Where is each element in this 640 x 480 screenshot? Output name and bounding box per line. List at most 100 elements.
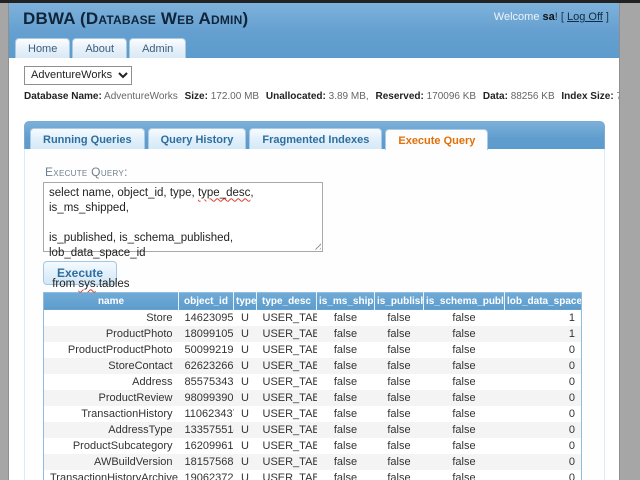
cell-type: U bbox=[241, 327, 249, 340]
sql-text-misspelled: sys bbox=[78, 277, 96, 290]
login-status: Welcome sa! [ Log Off ] bbox=[494, 11, 609, 23]
nav-item-admin[interactable]: Admin bbox=[129, 38, 187, 58]
stat-label: Unallocated: bbox=[265, 90, 326, 102]
cell-lob-data-space-id: 0 bbox=[568, 471, 575, 480]
cell-is-published: false bbox=[387, 327, 411, 340]
cell-is-schema-published: false bbox=[452, 471, 476, 480]
welcome-separator: ! [ bbox=[554, 11, 567, 23]
cell-type-desc: USER_TABLE bbox=[262, 343, 317, 356]
cell-is-ms-shipped: false bbox=[333, 375, 358, 388]
cell-name: AWBuildVersion bbox=[94, 455, 173, 468]
cell-object-id: 62623266 bbox=[184, 359, 234, 372]
table-row: StoreContact 62623266 U USER_TABLE false… bbox=[43, 357, 582, 374]
sql-query-input[interactable]: select name, object_id, type, type_desc,… bbox=[43, 181, 323, 290]
cell-object-id: 162099618 bbox=[184, 439, 234, 452]
execute-query-label: Execute Query: bbox=[45, 164, 128, 179]
cell-is-schema-published: false bbox=[452, 455, 476, 468]
cell-is-published: false bbox=[387, 391, 411, 404]
column-header-lob-data-space-id: lob_data_space_id bbox=[504, 292, 582, 310]
stat-value: 77168 KB bbox=[616, 91, 619, 102]
cell-type: U bbox=[241, 359, 249, 372]
username: sa bbox=[542, 11, 555, 23]
cell-object-id: 110623437 bbox=[184, 407, 234, 420]
cell-is-schema-published: false bbox=[452, 327, 476, 340]
resize-grip-icon[interactable] bbox=[312, 240, 321, 250]
cell-object-id: 181575685 bbox=[184, 455, 234, 468]
cell-name: AddressType bbox=[108, 423, 173, 436]
sql-text: .tables bbox=[95, 277, 130, 290]
cell-is-ms-shipped: false bbox=[333, 327, 358, 340]
stat-value: 170096 KB bbox=[426, 90, 477, 102]
cell-name: ProductProductPhoto bbox=[67, 343, 173, 356]
table-row: TransactionHistoryArchive 190623722 U US… bbox=[43, 469, 582, 480]
column-header-is-ms-shipped: is_ms_shipped bbox=[316, 292, 375, 310]
sql-text: select name, object_id, type, bbox=[49, 186, 198, 199]
cell-is-ms-shipped: false bbox=[333, 471, 358, 480]
query-tab-bar: Running Queries Query History Fragmented… bbox=[24, 120, 605, 150]
logoff-link[interactable]: Log Off bbox=[567, 11, 603, 23]
query-tabs-widget: Running Queries Query History Fragmented… bbox=[24, 120, 605, 480]
cell-is-published: false bbox=[387, 407, 411, 420]
cell-lob-data-space-id: 1 bbox=[568, 327, 575, 340]
cell-is-published: false bbox=[387, 455, 411, 468]
stat-value: AdventureWorks bbox=[104, 90, 178, 102]
cell-lob-data-space-id: 0 bbox=[568, 359, 575, 372]
cell-name: ProductReview bbox=[98, 391, 173, 404]
database-select[interactable]: AdventureWorks bbox=[24, 65, 132, 85]
cell-lob-data-space-id: 0 bbox=[568, 423, 575, 436]
cell-name: TransactionHistoryArchive bbox=[50, 471, 178, 480]
cell-is-schema-published: false bbox=[452, 311, 476, 324]
cell-object-id: 14623095 bbox=[184, 311, 234, 324]
cell-type: U bbox=[241, 391, 249, 404]
table-row: TransactionHistory 110623437 U USER_TABL… bbox=[43, 405, 582, 422]
table-row: AddressType 133575514 U USER_TABLE false… bbox=[43, 421, 582, 438]
stat-value: 88256 KB bbox=[510, 90, 555, 102]
cell-is-schema-published: false bbox=[452, 423, 476, 436]
cell-type: U bbox=[241, 455, 249, 468]
app-window: DBWA (Database Web Admin) Welcome sa! [ … bbox=[8, 3, 620, 480]
cell-is-ms-shipped: false bbox=[333, 343, 358, 356]
tab-query-history[interactable]: Query History bbox=[147, 127, 247, 149]
cell-object-id: 98099390 bbox=[184, 391, 234, 404]
stat-value: 3.89 MB, bbox=[328, 90, 369, 102]
database-bar: AdventureWorks Database Name: AdventureW… bbox=[9, 58, 619, 102]
cell-type-desc: USER_TABLE bbox=[262, 455, 317, 468]
main-nav: Home About Admin bbox=[15, 38, 187, 58]
cell-type-desc: USER_TABLE bbox=[262, 311, 317, 324]
sql-text: is_published, is_schema_published, lob_d… bbox=[49, 232, 237, 260]
cell-is-ms-shipped: false bbox=[333, 359, 358, 372]
column-header-object-id: object_id bbox=[178, 292, 234, 310]
tab-execute-query[interactable]: Execute Query bbox=[385, 128, 489, 150]
results-header-row: name object_id type type_desc is_ms_ship… bbox=[43, 292, 582, 310]
cell-type-desc: USER_TABLE bbox=[262, 423, 317, 436]
cell-object-id: 133575514 bbox=[184, 423, 234, 436]
app-header: DBWA (Database Web Admin) Welcome sa! [ … bbox=[9, 3, 619, 58]
cell-is-published: false bbox=[387, 359, 411, 372]
nav-item-about[interactable]: About bbox=[72, 38, 128, 58]
tab-running-queries[interactable]: Running Queries bbox=[30, 127, 145, 149]
cell-type: U bbox=[241, 375, 249, 388]
welcome-text: Welcome bbox=[493, 11, 543, 23]
execute-query-panel: Execute Query: select name, object_id, t… bbox=[24, 148, 605, 480]
cell-name: Address bbox=[132, 375, 173, 388]
column-header-is-schema-published: is_schema_published bbox=[423, 292, 505, 310]
tab-fragmented-indexes[interactable]: Fragmented Indexes bbox=[249, 127, 383, 149]
cell-object-id: 190623722 bbox=[184, 471, 234, 480]
cell-is-schema-published: false bbox=[452, 359, 476, 372]
cell-lob-data-space-id: 0 bbox=[568, 391, 575, 404]
sql-text: from bbox=[49, 277, 79, 290]
page-title: DBWA (Database Web Admin) bbox=[23, 9, 249, 28]
cell-type: U bbox=[241, 471, 249, 480]
cell-type-desc: USER_TABLE bbox=[262, 359, 317, 372]
cell-is-published: false bbox=[387, 375, 411, 388]
stat-label: Data: bbox=[482, 90, 508, 102]
cell-is-ms-shipped: false bbox=[333, 423, 358, 436]
cell-lob-data-space-id: 0 bbox=[568, 439, 575, 452]
database-stats: Database Name: AdventureWorks Size: 172.… bbox=[24, 91, 619, 102]
cell-name: StoreContact bbox=[108, 359, 173, 372]
cell-type-desc: USER_TABLE bbox=[262, 391, 317, 404]
cell-is-published: false bbox=[387, 423, 411, 436]
nav-item-home[interactable]: Home bbox=[15, 38, 71, 58]
table-row: Store 14623095 U USER_TABLE false false … bbox=[43, 309, 582, 326]
table-row: ProductSubcategory 162099618 U USER_TABL… bbox=[43, 437, 582, 454]
